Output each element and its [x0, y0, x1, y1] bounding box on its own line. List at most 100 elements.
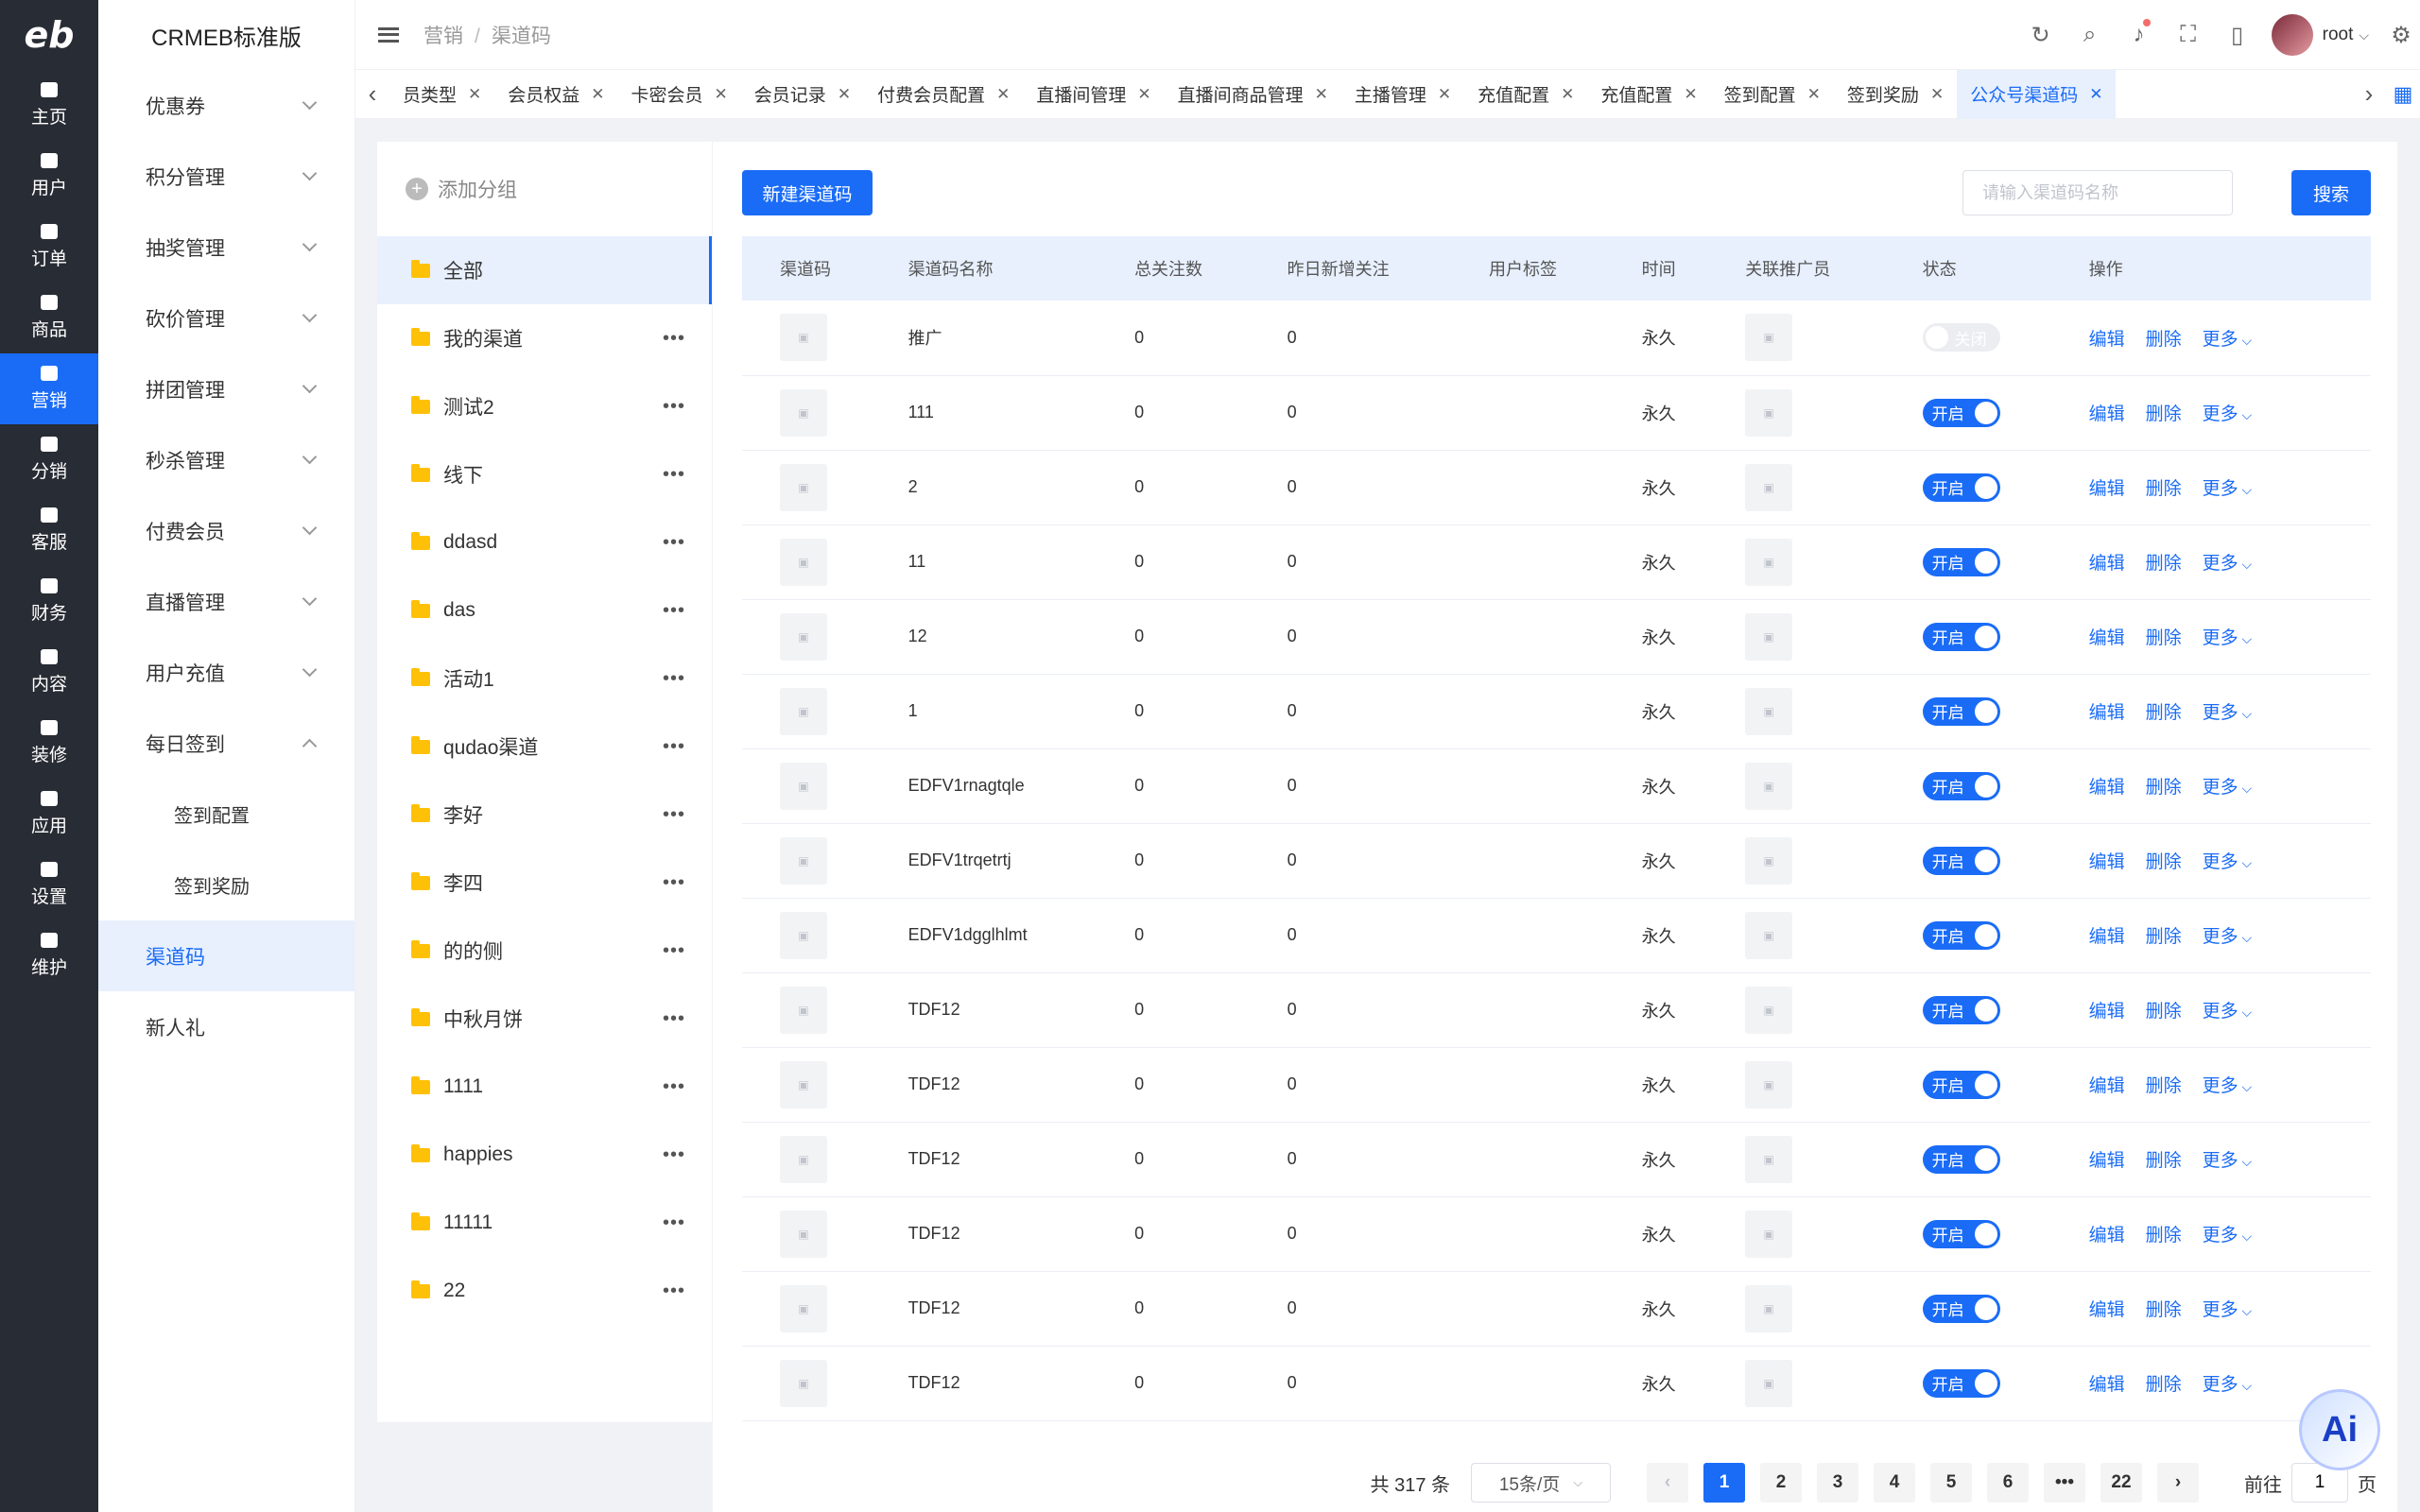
more-dots-icon[interactable]: •••	[663, 668, 685, 690]
channel-code-search-input[interactable]	[1962, 170, 2233, 215]
bell-icon[interactable]: ♪	[2115, 0, 2164, 70]
next-page-button[interactable]: ›	[2157, 1463, 2199, 1503]
add-group-button[interactable]: + 添加分组	[377, 142, 712, 236]
more-dropdown[interactable]: 更多	[2203, 1002, 2253, 1022]
more-dots-icon[interactable]: •••	[663, 1076, 685, 1098]
more-dropdown[interactable]: 更多	[2203, 703, 2253, 723]
fullscreen-icon[interactable]: ⛶	[2164, 0, 2213, 70]
group-item[interactable]: 1111 •••	[377, 1053, 712, 1121]
sidebar-item[interactable]: 优惠券	[98, 70, 354, 141]
sidebar-item[interactable]: 渠道码	[98, 920, 354, 991]
rail-item-marketing[interactable]: 营销	[0, 353, 98, 424]
status-toggle[interactable]: 开启	[1922, 472, 2000, 502]
group-item[interactable]: 我的渠道 •••	[377, 304, 712, 372]
more-dots-icon[interactable]: •••	[663, 1212, 685, 1234]
edit-link[interactable]: 编辑	[2089, 852, 2125, 872]
close-icon[interactable]: ✕	[1438, 85, 1451, 104]
more-dots-icon[interactable]: •••	[663, 804, 685, 826]
qr-thumbnail-icon[interactable]: ▣	[780, 1060, 827, 1108]
status-toggle[interactable]: 开启	[1922, 846, 2000, 875]
sidebar-item[interactable]: 每日签到	[98, 708, 354, 779]
delete-link[interactable]: 删除	[2146, 703, 2182, 723]
qr-thumbnail-icon[interactable]: ▣	[780, 1359, 827, 1407]
qr-thumbnail-icon[interactable]: ▣	[780, 1284, 827, 1332]
more-dots-icon[interactable]: •••	[663, 872, 685, 894]
tab-item[interactable]: 直播间管理 ✕	[1023, 70, 1164, 119]
rail-item-apps[interactable]: 应用	[0, 779, 98, 850]
qr-thumbnail-icon[interactable]: ▣	[780, 463, 827, 511]
status-toggle[interactable]: 开启	[1922, 547, 2000, 576]
ai-assistant-button[interactable]: Ai	[2299, 1389, 2380, 1470]
status-toggle[interactable]: 开启	[1922, 1070, 2000, 1099]
status-toggle[interactable]: 开启	[1922, 1368, 2000, 1398]
chevron-down-icon[interactable]: ⌵	[2359, 27, 2369, 43]
delete-link[interactable]: 删除	[2146, 330, 2182, 350]
more-dots-icon[interactable]: •••	[663, 464, 685, 486]
edit-link[interactable]: 编辑	[2089, 1375, 2125, 1395]
group-item[interactable]: 中秋月饼 •••	[377, 985, 712, 1053]
edit-link[interactable]: 编辑	[2089, 330, 2125, 350]
edit-link[interactable]: 编辑	[2089, 1151, 2125, 1171]
delete-link[interactable]: 删除	[2146, 852, 2182, 872]
qr-thumbnail-icon[interactable]: ▣	[780, 1210, 827, 1258]
sidebar-item[interactable]: 拼团管理	[98, 353, 354, 424]
rail-item-distribution[interactable]: 分销	[0, 424, 98, 495]
close-icon[interactable]: ✕	[1561, 85, 1574, 104]
more-dots-icon[interactable]: •••	[663, 396, 685, 418]
more-dropdown[interactable]: 更多	[2203, 778, 2253, 798]
edit-link[interactable]: 编辑	[2089, 1300, 2125, 1320]
close-icon[interactable]: ✕	[1315, 85, 1328, 104]
group-item[interactable]: 的的侧 •••	[377, 917, 712, 985]
close-icon[interactable]: ✕	[996, 85, 1010, 104]
close-icon[interactable]: ✕	[468, 85, 481, 104]
page-button[interactable]: 1	[1703, 1463, 1745, 1503]
group-item[interactable]: das •••	[377, 576, 712, 644]
close-icon[interactable]: ✕	[2089, 85, 2102, 104]
more-dropdown[interactable]: 更多	[2203, 479, 2253, 499]
status-toggle[interactable]: 开启	[1922, 771, 2000, 800]
tab-item[interactable]: 付费会员配置 ✕	[864, 70, 1023, 119]
group-item[interactable]: 活动1 •••	[377, 644, 712, 713]
edit-link[interactable]: 编辑	[2089, 1226, 2125, 1246]
close-icon[interactable]: ✕	[715, 85, 728, 104]
qr-thumbnail-icon[interactable]: ▣	[780, 762, 827, 810]
tab-item[interactable]: 员类型 ✕	[389, 70, 494, 119]
qr-thumbnail-icon[interactable]: ▣	[780, 687, 827, 735]
gear-icon[interactable]: ⚙	[2382, 0, 2420, 70]
close-icon[interactable]: ✕	[838, 85, 851, 104]
qr-thumbnail-icon[interactable]: ▣	[780, 612, 827, 661]
delete-link[interactable]: 删除	[2146, 1375, 2182, 1395]
edit-link[interactable]: 编辑	[2089, 404, 2125, 424]
more-dropdown[interactable]: 更多	[2203, 330, 2253, 350]
qr-thumbnail-icon[interactable]: ▣	[780, 911, 827, 959]
more-dropdown[interactable]: 更多	[2203, 628, 2253, 648]
page-button[interactable]: 22	[2100, 1463, 2142, 1503]
qr-thumbnail-icon[interactable]: ▣	[780, 538, 827, 586]
qr-thumbnail-icon[interactable]: ▣	[780, 314, 827, 362]
status-toggle[interactable]: 开启	[1922, 920, 2000, 950]
edit-link[interactable]: 编辑	[2089, 554, 2125, 574]
delete-link[interactable]: 删除	[2146, 778, 2182, 798]
tab-item[interactable]: 充值配置 ✕	[1464, 70, 1587, 119]
group-item[interactable]: 22 •••	[377, 1257, 712, 1325]
rail-item-content[interactable]: 内容	[0, 637, 98, 708]
more-dots-icon[interactable]: •••	[663, 532, 685, 554]
rail-item-service[interactable]: 客服	[0, 495, 98, 566]
more-dropdown[interactable]: 更多	[2203, 1151, 2253, 1171]
sidebar-item[interactable]: 签到配置	[98, 779, 354, 850]
delete-link[interactable]: 删除	[2146, 1151, 2182, 1171]
prev-page-button[interactable]: ‹	[1647, 1463, 1688, 1503]
delete-link[interactable]: 删除	[2146, 1076, 2182, 1096]
status-toggle[interactable]: 开启	[1922, 1144, 2000, 1174]
page-button[interactable]: •••	[2044, 1463, 2085, 1503]
page-button[interactable]: 5	[1930, 1463, 1972, 1503]
rail-item-goods[interactable]: 商品	[0, 283, 98, 353]
page-button[interactable]: 3	[1817, 1463, 1858, 1503]
page-size-select[interactable]: 15条/页 ⌵	[1471, 1463, 1611, 1503]
sidebar-item[interactable]: 积分管理	[98, 141, 354, 212]
delete-link[interactable]: 删除	[2146, 927, 2182, 947]
edit-link[interactable]: 编辑	[2089, 927, 2125, 947]
new-channel-code-button[interactable]: 新建渠道码	[742, 170, 873, 215]
tab-item[interactable]: 签到配置 ✕	[1711, 70, 1834, 119]
edit-link[interactable]: 编辑	[2089, 1076, 2125, 1096]
